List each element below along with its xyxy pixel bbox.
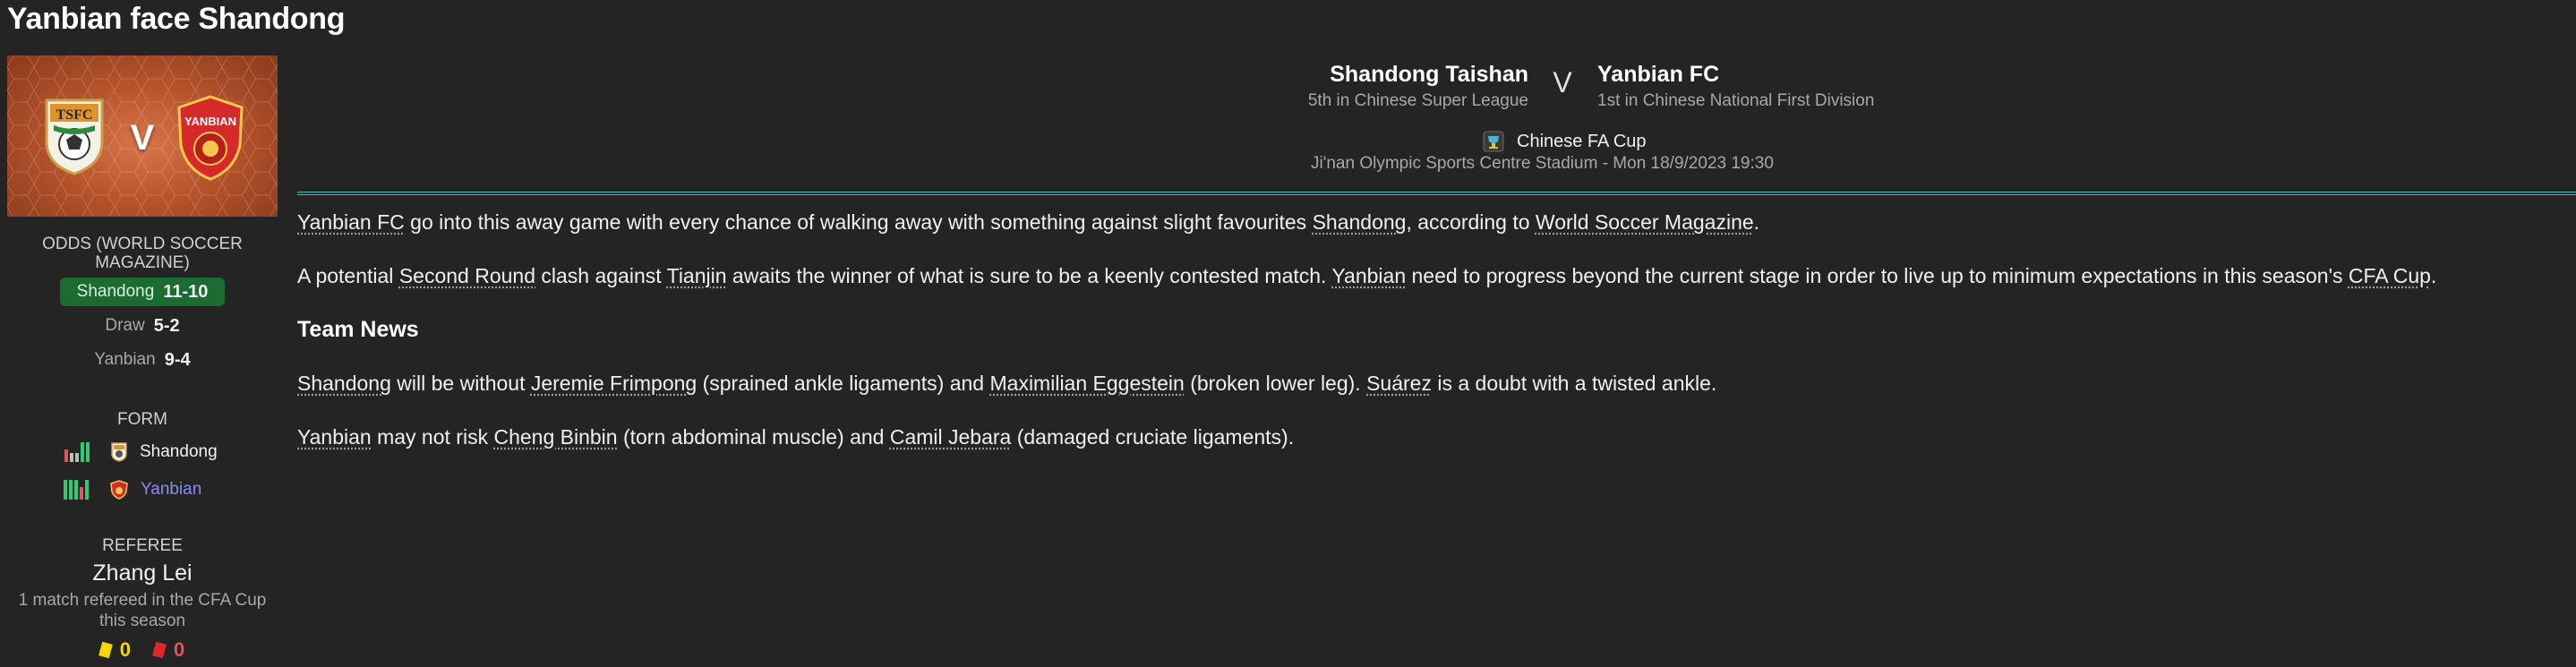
shandong-mini-badge-icon [111,442,127,462]
paragraph-text: , according to [1406,210,1536,234]
referee-section: REFEREE Zhang Lei 1 match refereed in th… [7,536,278,662]
team-link[interactable]: Yanbian [297,425,372,449]
yellow-card-count: 0 [119,638,131,661]
preview-article: Yanbian FC go into this away game with e… [297,208,2576,476]
form-result-bar [86,442,90,462]
form-guide-icon [64,480,98,500]
round-link[interactable]: Second Round [399,264,535,287]
odds-team-name: Yanbian [94,350,156,369]
match-banner: TSFC V YANBIAN [7,56,278,217]
paragraph-text: need to progress beyond the current stag… [1406,264,2349,287]
header-divider [297,192,2576,195]
away-team-name[interactable]: Yanbian FC [1597,61,1874,88]
team-link[interactable]: Shandong [297,372,391,395]
preview-paragraph: Yanbian FC go into this away game with e… [297,208,2576,236]
red-card-count: 0 [174,638,185,661]
cup-logo-icon [1483,131,1504,152]
preview-paragraph: A potential Second Round clash against T… [297,261,2576,290]
odds-row-shandong: Shandong 11-10 [60,278,225,306]
competition[interactable]: Chinese FA Cup [1483,131,1647,152]
away-team-position: 1st in Chinese National First Division [1597,91,1875,110]
match-sidebar: TSFC V YANBIAN ODDS (WORLD SOCCER MAGAZI… [7,56,278,662]
paragraph-text: will be without [390,372,531,395]
team-link[interactable]: Yanbian [1331,264,1406,287]
team-news-paragraph: Shandong will be without Jeremie Frimpon… [297,369,2576,398]
competition-link[interactable]: CFA Cup [2349,264,2431,287]
venue-datetime: Ji'nan Olympic Sports Centre Stadium - M… [1311,154,1774,173]
paragraph-text: . [2430,264,2437,287]
odds-value: 11-10 [163,281,209,302]
team-link[interactable]: Tianjin [667,264,727,287]
form-team-name[interactable]: Yanbian [141,480,221,500]
yanbian-mini-badge-icon [110,480,128,500]
player-link[interactable]: Suárez [1366,372,1432,395]
home-team-position: 5th in Chinese Super League [1307,91,1528,110]
away-team-block: Yanbian FC 1st in Chinese National First… [1597,61,1874,111]
form-guide-icon [64,442,98,462]
player-link[interactable]: Cheng Binbin [493,425,617,449]
red-card-icon [152,641,167,659]
form-result-bar [81,442,84,462]
yanbian-badge-text: YANBIAN [184,115,236,128]
team-news-heading: Team News [297,317,419,342]
form-section: FORM Shandong Yanbian [7,410,278,504]
team-news-paragraph: Yanbian may not risk Cheng Binbin (torn … [297,423,2576,451]
paragraph-text: . [1753,210,1760,234]
paragraph-text: may not risk [371,425,494,449]
paragraph-text: is a doubt with a twisted ankle. [1431,372,1717,395]
odds-value: 5-2 [153,315,180,336]
yellow-card-icon [98,641,113,659]
competition-name[interactable]: Chinese FA Cup [1517,132,1647,152]
form-result-bar [64,480,67,500]
form-heading: FORM [117,410,167,429]
form-result-bar [80,487,83,500]
player-link[interactable]: Camil Jebara [890,425,1012,449]
odds-section: ODDS (WORLD SOCCER MAGAZINE) Shandong 11… [7,235,278,374]
paragraph-text: (broken lower leg). [1184,372,1367,395]
paragraph-text: (sprained ankle ligaments) and [697,372,990,395]
paragraph-text: (torn abdominal muscle) and [617,425,890,449]
player-link[interactable]: Maximilian Eggestein [990,372,1185,395]
form-result-bar [64,449,68,462]
odds-value: 9-4 [164,349,191,370]
home-team-name[interactable]: Shandong Taishan [1308,61,1528,88]
fixture-vs: V [1553,66,1572,98]
form-result-bar [75,453,79,462]
form-result-bar [69,480,73,500]
paragraph-text: A potential [297,264,399,287]
odds-team-name: Draw [105,316,145,335]
odds-team-name: Shandong [76,282,155,301]
form-row-yanbian[interactable]: Yanbian [7,475,278,504]
odds-row-yanbian: Yanbian 9-4 [7,346,278,374]
media-link[interactable]: World Soccer Magazine [1536,210,1754,234]
yanbian-badge-icon: YANBIAN [177,95,244,181]
player-link[interactable]: Jeremie Frimpong [531,372,697,395]
form-result-bar [70,453,73,462]
team-link[interactable]: Shandong [1313,210,1407,234]
paragraph-text: clash against [535,264,667,287]
fixture-header: Shandong Taishan 5th in Chinese Super Le… [297,56,2576,190]
page-title: Yanbian face Shandong [7,2,346,36]
paragraph-text: awaits the winner of what is sure to be … [726,264,1332,287]
referee-cards: 0 0 [7,638,278,662]
home-team-block: Shandong Taishan 5th in Chinese Super Le… [1308,61,1528,111]
form-result-bar [85,480,89,500]
referee-name[interactable]: Zhang Lei [7,560,278,586]
odds-row-draw: Draw 5-2 [7,312,278,340]
paragraph-text: (damaged cruciate ligaments). [1011,425,1295,449]
referee-note: 1 match refereed in the CFA Cup this sea… [18,591,267,630]
odds-heading: ODDS (WORLD SOCCER MAGAZINE) [42,235,243,272]
team-link[interactable]: Yanbian FC [297,210,405,234]
form-row-shandong[interactable]: Shandong [7,438,278,466]
form-team-name[interactable]: Shandong [140,442,220,462]
referee-heading: REFEREE [102,536,183,555]
paragraph-text: go into this away game with every chance… [404,210,1313,234]
form-result-bar [74,480,78,500]
